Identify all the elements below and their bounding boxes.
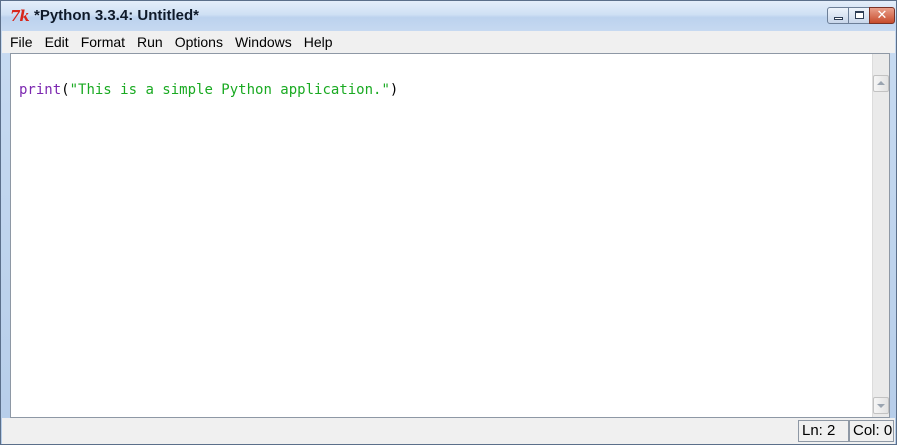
code-builtin-print: print bbox=[19, 82, 62, 98]
code-editor[interactable] bbox=[10, 53, 890, 418]
tk-feather-icon[interactable]: 7k bbox=[10, 7, 32, 25]
menu-file[interactable]: File bbox=[2, 32, 39, 52]
menu-run[interactable]: Run bbox=[131, 32, 169, 52]
maximize-icon bbox=[855, 11, 864, 19]
scroll-up-button[interactable] bbox=[873, 75, 889, 92]
maximize-button[interactable] bbox=[848, 7, 870, 24]
menu-format[interactable]: Format bbox=[75, 32, 131, 52]
menu-options[interactable]: Options bbox=[169, 32, 229, 52]
status-bar: Ln: 2 Col: 0 bbox=[2, 418, 895, 444]
scroll-down-button[interactable] bbox=[873, 397, 889, 414]
code-line-1[interactable]: print("This is a simple Python applicati… bbox=[19, 81, 398, 99]
code-open-paren: ( bbox=[61, 82, 70, 98]
code-close-paren: ) bbox=[389, 82, 399, 98]
close-button[interactable]: ✕ bbox=[869, 7, 895, 24]
idle-editor-window: 7k *Python 3.3.4: Untitled* ✕ File Edit … bbox=[0, 0, 897, 445]
status-line-number: Ln: 2 bbox=[798, 420, 849, 442]
menu-help[interactable]: Help bbox=[298, 32, 339, 52]
chevron-up-icon bbox=[877, 81, 885, 85]
minimize-icon bbox=[834, 17, 843, 20]
menu-bar: File Edit Format Run Options Windows Hel… bbox=[2, 31, 895, 53]
vertical-scrollbar[interactable] bbox=[872, 54, 889, 417]
status-column-number: Col: 0 bbox=[849, 420, 894, 442]
menu-windows[interactable]: Windows bbox=[229, 32, 298, 52]
close-icon: ✕ bbox=[876, 8, 888, 23]
chevron-down-icon bbox=[877, 404, 885, 408]
menu-edit[interactable]: Edit bbox=[39, 32, 75, 52]
minimize-button[interactable] bbox=[827, 7, 849, 24]
code-string-literal: "This is a simple Python application." bbox=[69, 82, 390, 98]
window-title: *Python 3.3.4: Untitled* bbox=[34, 7, 200, 24]
title-bar[interactable]: 7k *Python 3.3.4: Untitled* ✕ bbox=[1, 1, 896, 31]
